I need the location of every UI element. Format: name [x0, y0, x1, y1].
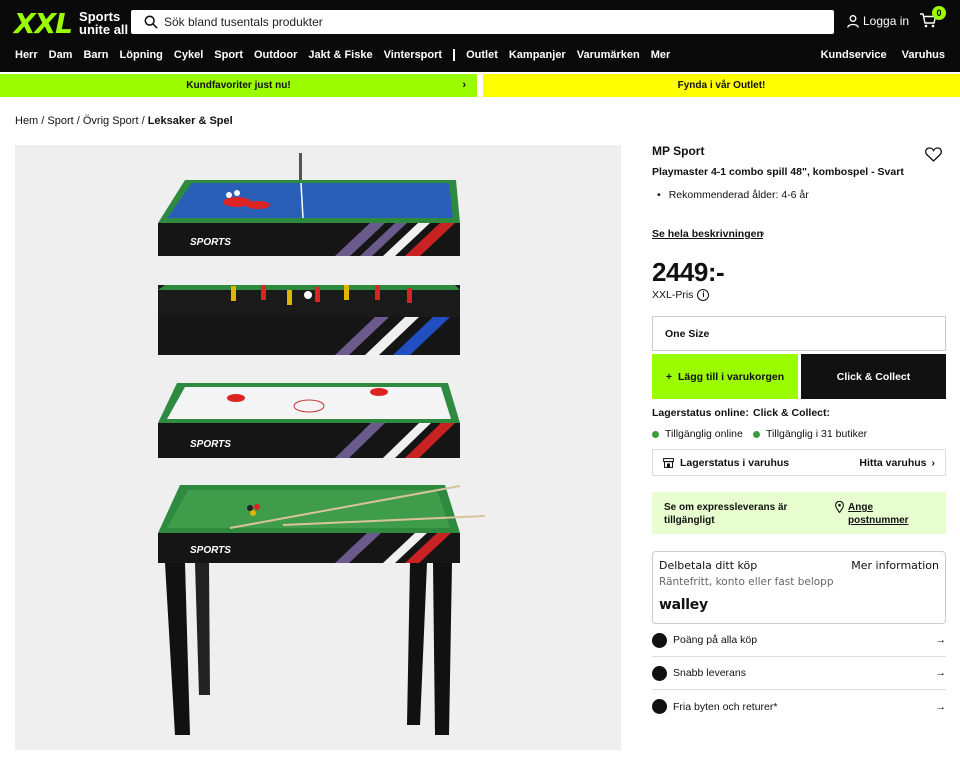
- breadcrumb-item-sport[interactable]: Sport: [47, 115, 73, 127]
- nav-item-jakt-fiske[interactable]: Jakt & Fiske: [308, 49, 372, 61]
- product-image[interactable]: SPORTS SPORTS SPORTS: [15, 145, 621, 750]
- breadcrumb-item-ovrig-sport[interactable]: Övrig Sport: [83, 115, 139, 127]
- arrow-right-icon: →: [935, 700, 947, 713]
- nav-item-herr[interactable]: Herr: [15, 49, 38, 61]
- xxl-logo[interactable]: XXL Sports unite all: [14, 6, 139, 40]
- stock-online-heading: Lagerstatus online:: [652, 407, 749, 419]
- nav-item-vintersport[interactable]: Vintersport: [384, 49, 442, 61]
- walley-payment-box: Delbetala ditt köp Mer information Ränte…: [652, 551, 946, 624]
- delivery-icon: [652, 665, 667, 681]
- nav-right: Kundservice Varuhus: [806, 49, 945, 61]
- heart-icon[interactable]: [925, 147, 942, 162]
- breadcrumb-item-hem[interactable]: Hem: [15, 115, 38, 127]
- nav-item-kampanjer[interactable]: Kampanjer: [509, 49, 566, 61]
- feature-returns[interactable]: Fria byten och returer* →: [652, 690, 946, 723]
- top-header: XXL Sports unite all Sök bland tusentals…: [0, 0, 960, 72]
- search-bar[interactable]: Sök bland tusentals produkter: [131, 10, 834, 34]
- search-icon: [144, 15, 158, 29]
- table3-brand: SPORTS: [190, 439, 231, 450]
- arrow-right-icon: →: [935, 667, 947, 679]
- size-value: One Size: [665, 327, 710, 340]
- nav-item-cykel[interactable]: Cykel: [174, 49, 203, 61]
- main-nav: Herr Dam Barn Löpning Cykel Sport Outdoo…: [15, 49, 681, 61]
- chevron-right-icon: ›: [761, 228, 765, 239]
- login-button[interactable]: Logga in: [847, 14, 909, 28]
- nav-divider: [453, 49, 456, 61]
- promo-favorites-label: Kundfavoriter just nu!: [186, 80, 291, 91]
- express-text: Se om expressleverans är tillgängligt: [664, 502, 788, 526]
- feature-delivery[interactable]: Snabb leverans →: [652, 657, 946, 690]
- search-input[interactable]: Sök bland tusentals produkter: [164, 15, 323, 29]
- feature-points[interactable]: Poäng på alla köp →: [652, 624, 946, 657]
- click-collect-label: Click & Collect: [836, 370, 911, 383]
- find-store-link[interactable]: Hitta varuhus: [859, 457, 926, 469]
- nav-item-sport[interactable]: Sport: [214, 49, 243, 61]
- nav-kundservice[interactable]: Kundservice: [821, 49, 887, 61]
- user-icon: [847, 14, 859, 28]
- price-label: XXL-Pris i: [652, 289, 710, 301]
- status-dot-icon: [652, 430, 659, 438]
- cart-button[interactable]: 0: [920, 6, 946, 33]
- logo-text: XXL: [14, 6, 73, 40]
- product-image-drawing: SPORTS SPORTS SPORTS: [158, 153, 486, 735]
- table1-brand: SPORTS: [190, 237, 231, 248]
- location-pin-icon: [835, 501, 844, 513]
- info-icon[interactable]: i: [697, 289, 710, 301]
- stock-online-value: Tillgänglig online: [665, 428, 743, 440]
- stock-cc-status: Tillgänglig i 31 butiker: [753, 428, 867, 440]
- walley-more-info-link[interactable]: Mer information: [851, 559, 939, 572]
- breadcrumb: Hem / Sport / Övrig Sport / Leksaker & S…: [15, 115, 233, 127]
- login-label: Logga in: [863, 14, 910, 28]
- nav-item-outlet[interactable]: Outlet: [466, 49, 498, 61]
- plus-icon: +: [665, 370, 672, 383]
- table4-brand: SPORTS: [190, 545, 231, 556]
- nav-item-lopning[interactable]: Löpning: [120, 49, 163, 61]
- arrow-right-icon: →: [935, 634, 947, 646]
- add-to-cart-button[interactable]: + Lägg till i varukorgen: [652, 354, 798, 399]
- store-icon: [663, 457, 674, 468]
- nav-item-mer[interactable]: Mer: [651, 49, 671, 61]
- nav-item-dam[interactable]: Dam: [49, 49, 73, 61]
- nav-item-barn[interactable]: Barn: [83, 49, 108, 61]
- walley-logo: walley: [659, 597, 708, 613]
- status-dot-icon: [753, 430, 760, 438]
- see-description-link[interactable]: Se hela beskrivningen: [652, 228, 763, 240]
- click-collect-button[interactable]: Click & Collect: [801, 354, 946, 399]
- age-recommendation: Rekommenderad ålder: 4-6 år: [668, 189, 809, 201]
- postcode-link[interactable]: Ange postnummer: [835, 501, 918, 527]
- feature-points-label: Poäng på alla köp: [673, 634, 758, 646]
- walley-heading: Delbetala ditt köp: [659, 559, 758, 572]
- stock-online-status: Tillgänglig online: [652, 428, 743, 440]
- nav-item-varumarken[interactable]: Varumärken: [577, 49, 640, 61]
- store-stock-row[interactable]: Lagerstatus i varuhus Hitta varuhus ›: [652, 449, 946, 476]
- postcode-link-label: Ange postnummer: [848, 502, 909, 526]
- promo-banner-favorites[interactable]: Kundfavoriter just nu! ›: [0, 74, 477, 97]
- price-label-text: XXL-Pris: [652, 289, 694, 301]
- store-stock-label: Lagerstatus i varuhus: [680, 456, 790, 469]
- promo-outlet-label: Fynda i vår Outlet!: [677, 80, 766, 91]
- stock-cc-heading: Click & Collect:: [753, 407, 831, 419]
- points-icon: [652, 632, 667, 648]
- feature-returns-label: Fria byten och returer*: [673, 700, 778, 713]
- chevron-right-icon: ›: [931, 456, 936, 469]
- size-selector[interactable]: One Size: [652, 316, 946, 351]
- nav-varuhus[interactable]: Varuhus: [902, 49, 945, 61]
- returns-icon: [652, 699, 667, 714]
- walley-subtext: Räntefritt, konto eller fast belopp: [659, 576, 834, 588]
- product-bullet: Rekommenderad ålder: 4-6 år: [657, 189, 809, 201]
- breadcrumb-current: Leksaker & Spel: [147, 115, 233, 127]
- nav-item-outdoor[interactable]: Outdoor: [254, 49, 297, 61]
- promo-banner-outlet[interactable]: Fynda i vår Outlet!: [483, 74, 960, 97]
- feature-delivery-label: Snabb leverans: [673, 667, 746, 679]
- add-to-cart-label: Lägg till i varukorgen: [677, 370, 785, 383]
- express-delivery-box: Se om expressleverans är tillgängligt An…: [652, 492, 946, 534]
- product-brand[interactable]: MP Sport: [652, 144, 704, 158]
- product-price: 2449:-: [652, 257, 725, 287]
- stock-cc-value: Tillgänglig i 31 butiker: [766, 428, 868, 440]
- product-title: Playmaster 4-1 combo spill 48", kombospe…: [652, 166, 904, 178]
- cart-count-badge: 0: [932, 6, 946, 20]
- chevron-right-icon: ›: [462, 79, 466, 91]
